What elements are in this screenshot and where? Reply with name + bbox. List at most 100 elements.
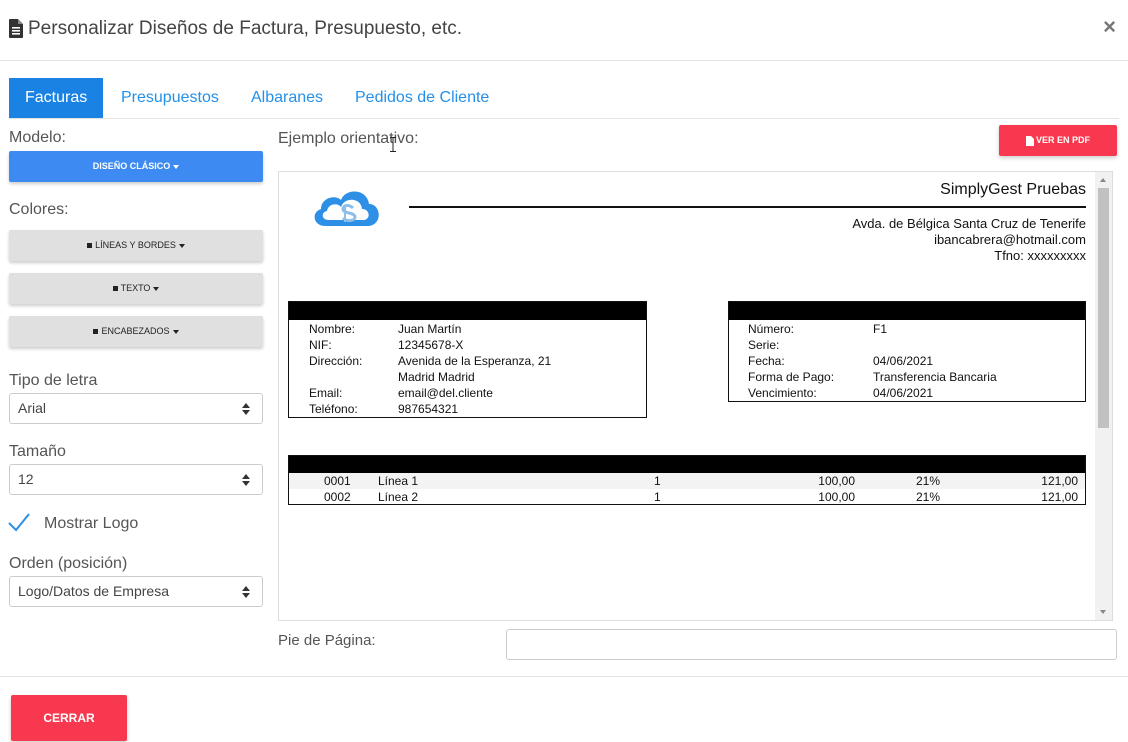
tipo-letra-select[interactable]: Arial — [9, 393, 263, 424]
client-value: 987654321 — [398, 402, 459, 416]
modelo-label: Modelo: — [9, 129, 66, 146]
ejemplo-label: Ejemplo orientativo: — [278, 130, 419, 147]
invoice-key: Número: — [748, 322, 795, 336]
modelo-button-label: DISEÑO CLÁSICO — [92, 161, 171, 171]
cloud-logo-icon — [314, 191, 379, 226]
invoice-key: Forma de Pago: — [748, 370, 835, 384]
footer-divider — [0, 676, 1128, 677]
client-value: Avenida de la Esperanza, 21 — [398, 354, 552, 368]
modal-header: Personalizar Diseños de Factura, Presupu… — [0, 0, 1128, 61]
tab-presupuestos[interactable]: Presupuestos — [105, 78, 235, 118]
file-icon — [1025, 135, 1034, 146]
select-arrows-icon — [242, 586, 250, 598]
line-quantity: 1 — [654, 490, 661, 504]
table-row: 0002 Línea 2 1 100,00 21% 121,00 — [289, 489, 1085, 505]
line-tax: 21% — [916, 474, 941, 488]
color-button-label: LÍNEAS Y BORDES — [95, 240, 176, 250]
colores-label: Colores: — [9, 201, 69, 218]
pie-de-pagina-input[interactable] — [506, 629, 1117, 660]
scroll-up-icon[interactable] — [1100, 178, 1106, 182]
invoice-value: Transferencia Bancaria — [873, 370, 997, 384]
invoice-preview[interactable]: SimplyGest Pruebas Avda. de Bélgica Sant… — [278, 171, 1113, 621]
tipo-letra-value: Arial — [18, 400, 47, 416]
orden-value: Logo/Datos de Empresa — [18, 583, 169, 599]
color-texto-button[interactable]: TEXTO — [9, 273, 263, 304]
tamano-value: 12 — [18, 471, 34, 487]
tamano-select[interactable]: 12 — [9, 464, 263, 495]
select-arrows-icon — [242, 474, 250, 486]
text-cursor-icon — [390, 137, 396, 152]
color-button-label: TEXTO — [120, 283, 151, 293]
ver-en-pdf-button[interactable]: VER EN PDF — [999, 125, 1117, 156]
invoice-lines-table: 0001 Línea 1 1 100,00 21% 121,00 0002 Lí… — [288, 455, 1086, 505]
line-description: Línea 1 — [378, 474, 419, 488]
invoice-value: 04/06/2021 — [873, 354, 934, 368]
pie-de-pagina-label: Pie de Página: — [278, 632, 376, 649]
table-row: 0001 Línea 1 1 100,00 21% 121,00 — [289, 473, 1085, 489]
client-key: Dirección: — [309, 354, 363, 368]
line-price: 100,00 — [818, 490, 855, 504]
invoice-value: 04/06/2021 — [873, 386, 934, 400]
caret-down-icon — [178, 243, 185, 248]
color-lineas-bordes-button[interactable]: LÍNEAS Y BORDES — [9, 230, 263, 261]
caret-down-icon — [172, 329, 179, 334]
invoice-value: F1 — [873, 322, 888, 336]
header-divider — [409, 206, 1086, 208]
scrollbar-thumb[interactable] — [1098, 188, 1109, 428]
line-code: 0001 — [324, 474, 351, 488]
preview-scrollbar[interactable] — [1095, 172, 1112, 620]
client-key: Email: — [309, 386, 343, 400]
invoice-key: Vencimiento: — [748, 386, 817, 400]
close-icon[interactable]: × — [1103, 14, 1116, 40]
tab-facturas[interactable]: Facturas — [9, 78, 104, 118]
cerrar-button[interactable]: CERRAR — [11, 695, 127, 741]
client-value: Madrid Madrid — [398, 370, 475, 384]
color-swatch-icon — [93, 329, 99, 335]
client-value: email@del.cliente — [398, 386, 493, 400]
client-key: Nombre: — [309, 322, 356, 336]
line-quantity: 1 — [654, 474, 661, 488]
invoice-box-header — [729, 302, 1085, 320]
mostrar-logo-checkbox[interactable] — [8, 512, 30, 532]
client-value: 12345678-X — [398, 338, 464, 352]
tipo-letra-label: Tipo de letra — [9, 372, 98, 389]
tab-bar: Facturas Presupuestos Albaranes Pedidos … — [9, 78, 1119, 119]
line-description: Línea 2 — [378, 490, 419, 504]
caret-down-icon — [173, 164, 180, 169]
line-code: 0002 — [324, 490, 351, 504]
line-tax: 21% — [916, 490, 941, 504]
company-phone: Tfno: xxxxxxxxx — [994, 248, 1086, 263]
caret-down-icon — [153, 286, 160, 291]
color-encabezados-button[interactable]: ENCABEZADOS — [9, 316, 263, 347]
color-button-label: ENCABEZADOS — [101, 326, 170, 336]
document-icon — [9, 19, 23, 38]
client-box-header — [289, 302, 646, 320]
client-key: NIF: — [309, 338, 332, 352]
modal-title: Personalizar Diseños de Factura, Presupu… — [28, 18, 463, 39]
invoice-key: Fecha: — [748, 354, 785, 368]
company-email: ibancabrera@hotmail.com — [934, 232, 1086, 247]
invoice-key: Serie: — [748, 338, 780, 352]
scroll-down-icon[interactable] — [1100, 610, 1106, 614]
color-swatch-icon — [112, 286, 118, 292]
orden-label: Orden (posición) — [9, 555, 128, 572]
line-total: 121,00 — [1041, 490, 1078, 504]
modelo-dropdown-button[interactable]: DISEÑO CLÁSICO — [9, 151, 263, 182]
tab-pedidos-de-cliente[interactable]: Pedidos de Cliente — [339, 78, 505, 118]
line-total: 121,00 — [1041, 474, 1078, 488]
client-box: Nombre: Juan Martín NIF: 12345678-X Dire… — [288, 301, 647, 418]
invoice-info-box: Número: F1 Serie: Fecha: 04/06/2021 Form… — [728, 301, 1086, 402]
line-price: 100,00 — [818, 474, 855, 488]
orden-select[interactable]: Logo/Datos de Empresa — [9, 576, 263, 607]
client-value: Juan Martín — [398, 322, 462, 336]
client-key: Teléfono: — [309, 402, 358, 416]
select-arrows-icon — [242, 403, 250, 415]
pdf-button-label: VER EN PDF — [1035, 135, 1090, 145]
color-swatch-icon — [87, 243, 93, 249]
company-address: Avda. de Bélgica Santa Cruz de Tenerife — [852, 216, 1086, 231]
lines-table-header — [289, 456, 1085, 473]
tab-albaranes[interactable]: Albaranes — [235, 78, 339, 118]
tamano-label: Tamaño — [9, 443, 66, 460]
mostrar-logo-label: Mostrar Logo — [44, 515, 139, 532]
company-name: SimplyGest Pruebas — [940, 181, 1086, 198]
